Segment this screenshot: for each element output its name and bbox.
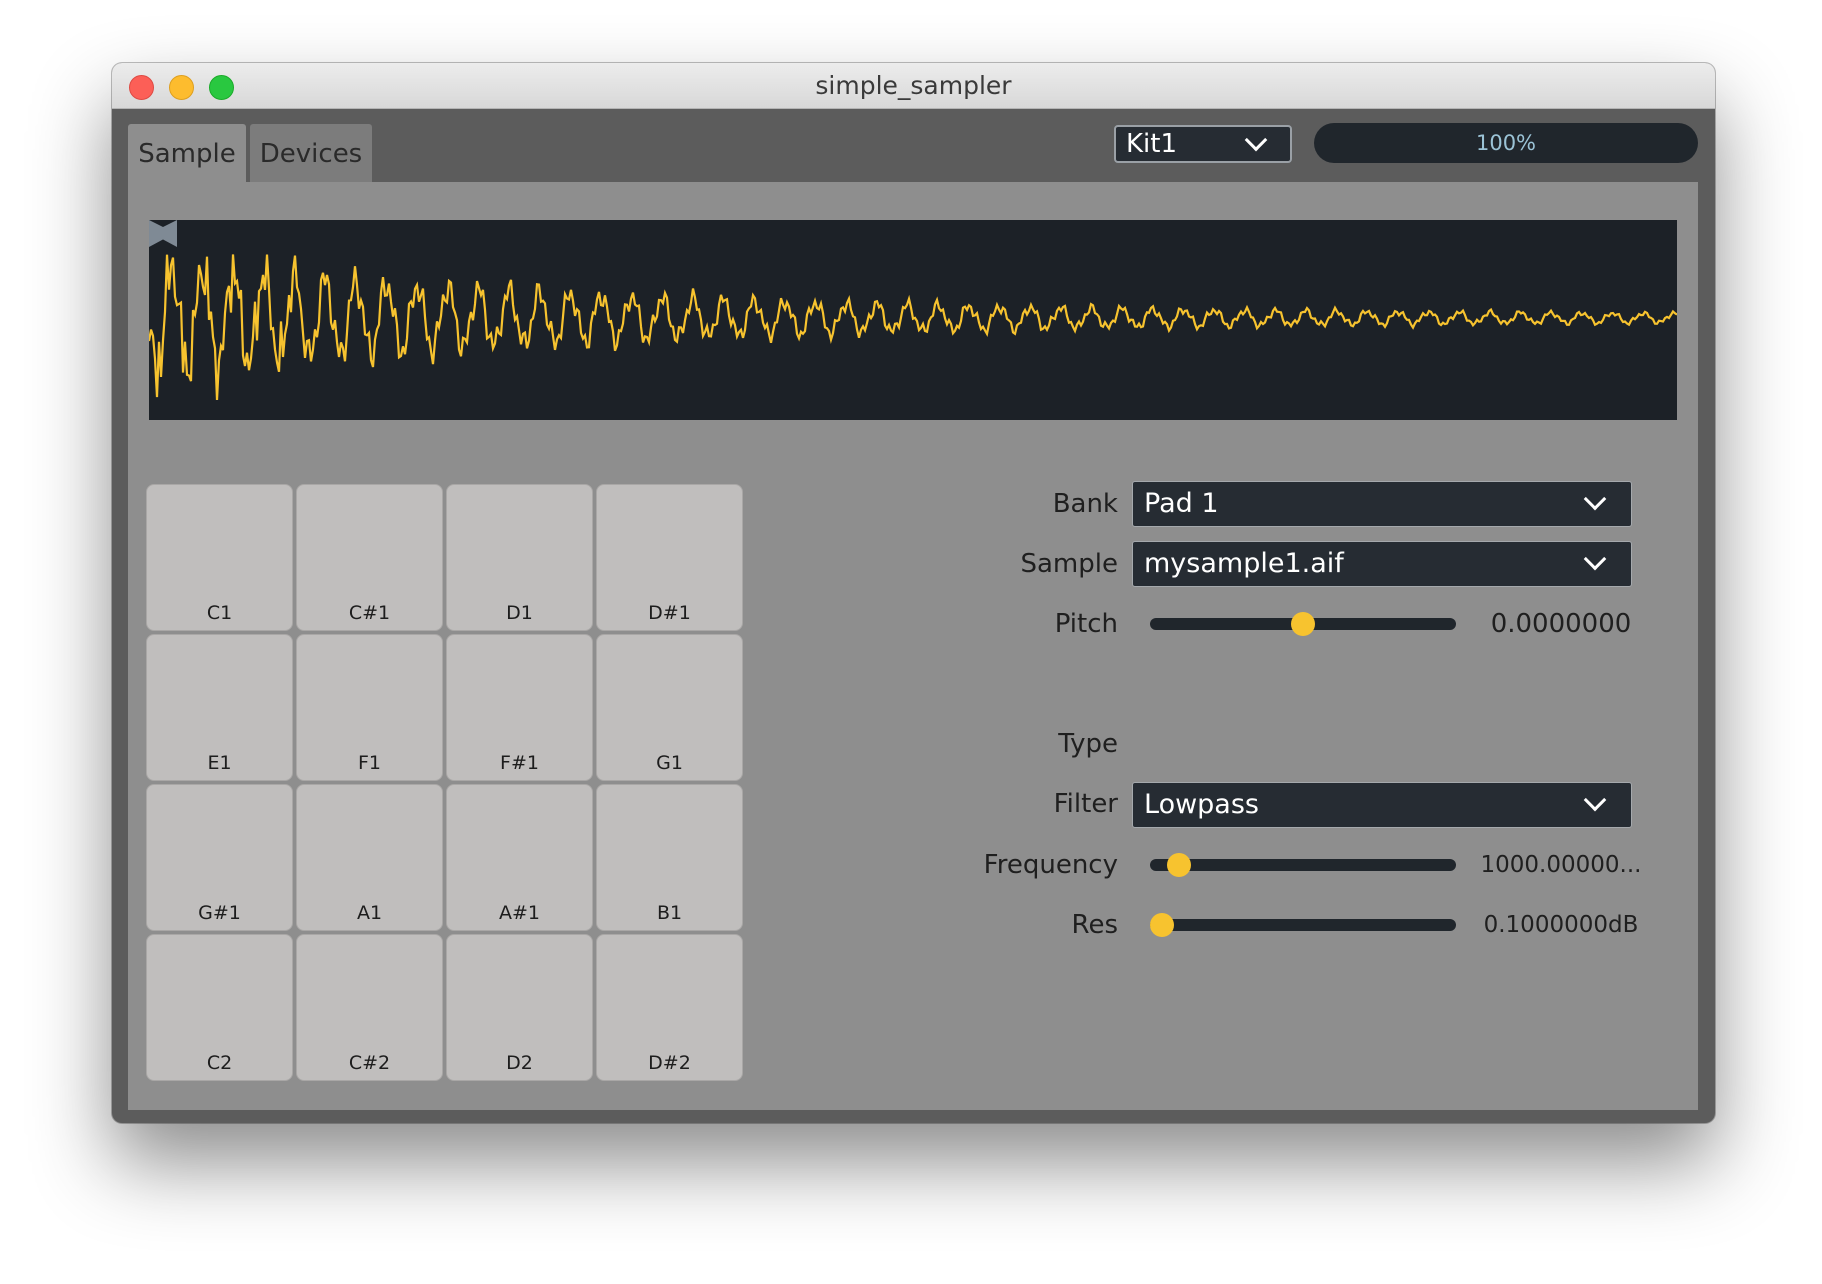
pad-label: D2 [506,1052,533,1074]
pad-label: E1 [207,752,232,774]
frequency-slider[interactable] [1150,853,1456,877]
pad-f1[interactable]: F1 [296,634,443,781]
sample-dropdown-value: mysample1.aif [1144,548,1344,579]
type-label: Type [1058,729,1118,759]
pad-label: C1 [206,602,233,624]
chevron-down-icon [1583,788,1607,812]
level-meter-value: 100% [1475,131,1537,155]
pad-b1[interactable]: B1 [596,784,743,931]
pad-label: F#1 [500,752,539,774]
pad-c2[interactable]: C2 [146,934,293,1081]
pad-label: C#1 [348,602,391,624]
pad-label: A1 [356,902,383,924]
pad-g-sharp-1[interactable]: G#1 [146,784,293,931]
sample-label: Sample [1020,549,1119,579]
pad-f-sharp-1[interactable]: F#1 [446,634,593,781]
tab-devices[interactable]: Devices [250,124,372,182]
title-bar[interactable]: simple_sampler [112,63,1715,109]
pad-a1[interactable]: A1 [296,784,443,931]
slider-knob[interactable] [1166,853,1191,877]
kit-select-value: Kit1 [1126,129,1178,159]
sample-end-marker[interactable] [149,220,177,248]
pad-label: A#1 [498,902,540,924]
slider-knob[interactable] [1291,612,1315,636]
pad-c1[interactable]: C1 [146,484,293,631]
filter-label: Filter [1053,789,1118,819]
sample-dropdown[interactable]: mysample1.aif [1132,541,1632,587]
filter-dropdown[interactable]: Lowpass [1132,782,1632,828]
pitch-value: 0.0000000 [1490,609,1632,639]
pad-g1[interactable]: G1 [596,634,743,781]
pad-label: G1 [656,752,683,774]
pad-c-sharp-2[interactable]: C#2 [296,934,443,1081]
chevron-down-icon [1583,547,1607,571]
waveform-svg [149,254,1677,400]
res-label: Res [1071,910,1118,940]
chevron-down-icon [1244,128,1268,152]
window-title: simple_sampler [815,71,1012,100]
pad-label: B1 [656,902,683,924]
pad-e1[interactable]: E1 [146,634,293,781]
pad-c-sharp-1[interactable]: C#1 [296,484,443,631]
slider-knob[interactable] [1150,913,1174,937]
kit-select[interactable]: Kit1 [1114,125,1292,163]
app-window: simple_sampler Sample Devices Kit1 100% … [112,63,1715,1123]
bank-dropdown-value: Pad 1 [1144,488,1219,519]
pitch-slider[interactable] [1150,612,1456,636]
pad-d-sharp-1[interactable]: D#1 [596,484,743,631]
pad-label: F1 [357,752,382,774]
bank-dropdown[interactable]: Pad 1 [1132,481,1632,527]
slider-track [1150,919,1456,931]
slider-track [1150,859,1456,871]
pad-a-sharp-1[interactable]: A#1 [446,784,593,931]
filter-dropdown-value: Lowpass [1144,789,1259,820]
pitch-label: Pitch [1054,609,1118,639]
res-slider[interactable] [1150,913,1456,937]
pad-label: C#2 [348,1052,391,1074]
pad-label: C2 [206,1052,233,1074]
res-value: 0.1000000dB [1483,912,1639,938]
chevron-down-icon [1583,487,1607,511]
waveform-display[interactable] [149,220,1677,420]
waveform-line [149,254,1677,400]
pad-label: D#1 [648,602,691,624]
pad-label: D#2 [648,1052,691,1074]
level-meter: 100% [1314,123,1698,163]
pad-grid: C1 C#1 D1 D#1 E1 F1 F#1 G1 G#1 A1 A#1 B1… [146,484,750,1088]
sample-panel: C1 C#1 D1 D#1 E1 F1 F#1 G1 G#1 A1 A#1 B1… [128,182,1698,1110]
pad-d-sharp-2[interactable]: D#2 [596,934,743,1081]
bank-label: Bank [1052,489,1118,519]
pad-d2[interactable]: D2 [446,934,593,1081]
pad-label: G#1 [198,902,241,924]
tab-sample[interactable]: Sample [128,124,246,182]
pad-label: D1 [506,602,533,624]
frequency-value: 1000.00000... [1480,852,1642,878]
pad-d1[interactable]: D1 [446,484,593,631]
frequency-label: Frequency [983,850,1118,880]
